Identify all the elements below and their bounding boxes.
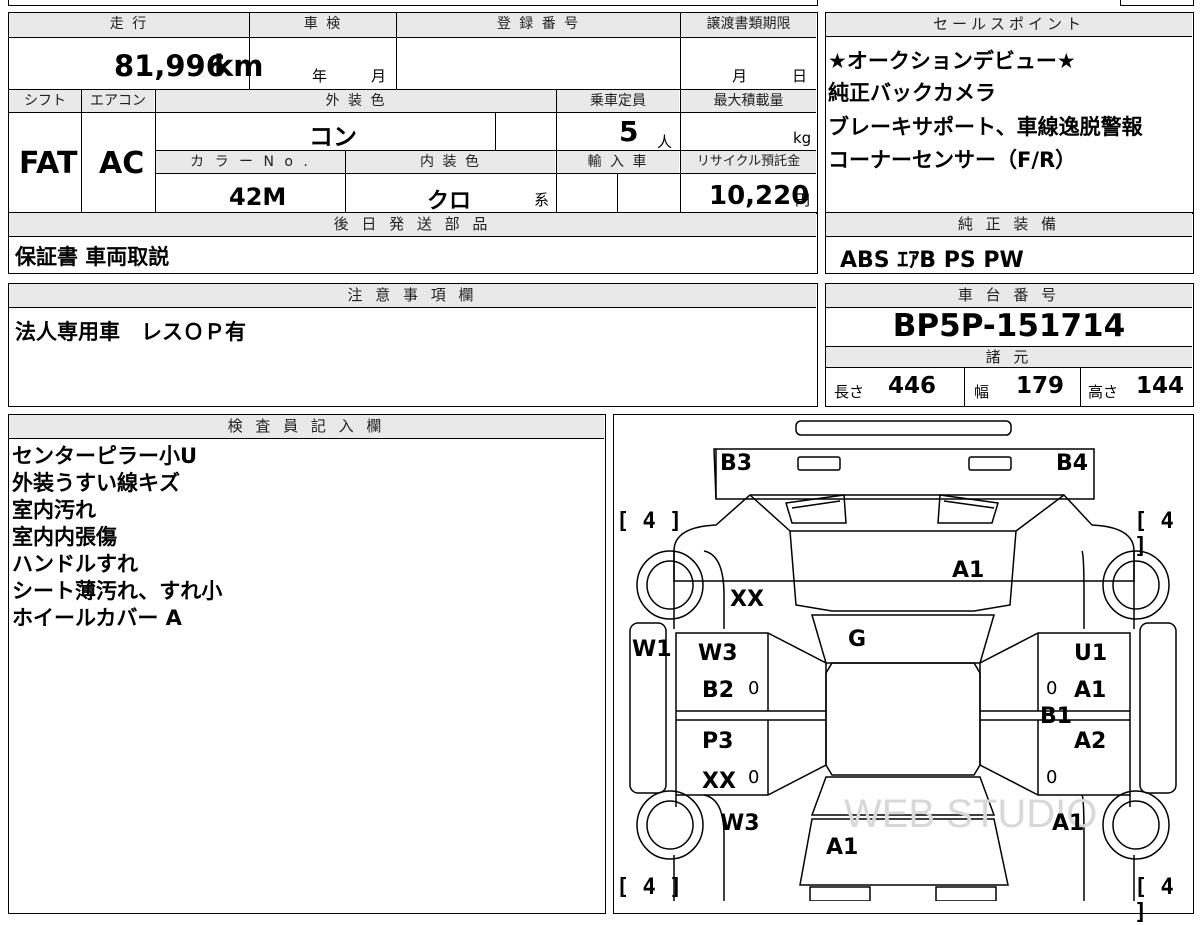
sales-points-box: セールスポイント ★オークションデビュー★ 純正バックカメラ ブレーキサポート、… <box>825 12 1194 214</box>
height-value: 144 <box>1136 373 1185 399</box>
car-diagram-box: WEB STUDIO [ 4 ] [ 4 ] [ 4 ] [ 4 ] B3 B4… <box>613 414 1194 925</box>
inspection-header: 車 検 <box>250 13 396 37</box>
length-value: 446 <box>888 373 937 399</box>
inspector-header: 検 査 員 記 入 欄 <box>9 415 604 439</box>
mileage-unit: km <box>214 49 264 83</box>
tire-grade-rear-left: [ 4 ] <box>616 875 683 900</box>
label-a1-right-door: A1 <box>1074 678 1107 703</box>
inspector-line: 外装うすい線キズ <box>12 471 180 495</box>
label-a1-trunk: A1 <box>826 835 859 860</box>
color-no-header: カ ラ ー N o . <box>156 151 345 173</box>
inspector-line: 室内内張傷 <box>12 525 117 549</box>
mileage-value: 81,996 <box>114 49 226 83</box>
label-g: G <box>848 627 867 652</box>
factory-equipment-value: ABS ｴｱB PS PW <box>840 248 1024 273</box>
registration-header: 登 録 番 号 <box>397 13 680 37</box>
later-parts-box: 後 日 発 送 部 品 保証書 車両取説 <box>8 212 818 274</box>
inspector-line: ハンドルすれ <box>12 552 138 576</box>
width-value: 179 <box>1016 373 1065 399</box>
inspector-box: 検 査 員 記 入 欄 センターピラー小U 外装うすい線キズ 室内汚れ 室内内張… <box>8 414 606 914</box>
mileage-header: 走 行 <box>9 13 249 37</box>
label-xx-rear: XX <box>702 769 736 794</box>
aircon-header: エアコン <box>82 90 154 112</box>
color-no-value: 42M <box>229 183 287 211</box>
max-load-unit: kg <box>793 129 812 147</box>
sales-points-header: セールスポイント <box>826 13 1192 37</box>
shift-header: シフト <box>9 90 81 112</box>
label-xx-front: XX <box>730 587 764 612</box>
chassis-header: 車 台 番 号 <box>826 284 1192 308</box>
notes-box: 注 意 事 項 欄 法人専用車 レスＯＰ有 <box>8 283 818 407</box>
later-parts-header: 後 日 発 送 部 品 <box>9 213 816 237</box>
exterior-color-header: 外 装 色 <box>156 90 556 112</box>
max-load-header: 最大積載量 <box>681 90 816 112</box>
label-b1: B1 <box>1040 704 1073 729</box>
label-a1-hood: A1 <box>952 558 985 583</box>
label-b3: B3 <box>720 451 753 476</box>
capacity-unit: 人 <box>657 133 673 151</box>
length-label: 長さ <box>834 383 865 401</box>
tire-grade-front-left: [ 4 ] <box>616 509 683 534</box>
transfer-day-unit: 日 <box>792 67 808 85</box>
label-u1: U1 <box>1074 641 1108 666</box>
sales-point-line: ブレーキサポート、車線逸脱警報 <box>828 115 1143 139</box>
top-strip <box>8 0 818 6</box>
label-p3: P3 <box>702 729 734 754</box>
sales-point-line: 純正バックカメラ <box>828 81 996 105</box>
interior-color-header: 内 装 色 <box>346 151 555 173</box>
notes-value: 法人専用車 レスＯＰ有 <box>15 320 246 344</box>
label-w3-front: W3 <box>698 641 738 666</box>
aircon-value: AC <box>99 146 145 181</box>
label-zero: 0 <box>748 678 760 699</box>
label-b2: B2 <box>702 678 735 703</box>
recycle-header: リサイクル預託金 <box>681 151 816 173</box>
shift-value: FAT <box>19 146 78 181</box>
height-label: 高さ <box>1088 383 1119 401</box>
transfer-deadline-header: 譲渡書類期限 <box>681 13 816 37</box>
sales-point-line: ★オークションデビュー★ <box>828 49 1076 73</box>
chassis-number: BP5P-151714 <box>892 308 1126 344</box>
spec-table: 走 行 車 検 登 録 番 号 譲渡書類期限 81,996 km 年 月 月 日… <box>8 12 818 214</box>
label-b4: B4 <box>1056 451 1089 476</box>
width-label: 幅 <box>974 383 990 401</box>
tire-grade-rear-right: [ 4 ] <box>1134 875 1174 925</box>
label-w1: W1 <box>632 637 672 662</box>
label-w3-rear: W3 <box>720 811 760 836</box>
label-zero: 0 <box>1046 678 1058 699</box>
transfer-month-unit: 月 <box>732 67 748 85</box>
tire-grade-front-right: [ 4 ] <box>1134 509 1174 559</box>
label-zero: 0 <box>748 767 760 788</box>
top-strip-right <box>1120 0 1194 6</box>
factory-equipment-box: 純 正 装 備 ABS ｴｱB PS PW <box>825 212 1194 274</box>
import-header: 輸 入 車 <box>557 151 679 173</box>
factory-equipment-header: 純 正 装 備 <box>826 213 1192 237</box>
label-a2: A2 <box>1074 729 1107 754</box>
inspection-month-unit: 月 <box>371 67 387 85</box>
interior-color-value: クロ <box>427 189 472 214</box>
label-a1-right-fender: A1 <box>1052 811 1085 836</box>
chassis-box: 車 台 番 号 BP5P-151714 諸 元 長さ 446 幅 179 高さ … <box>825 283 1194 407</box>
inspector-line: 室内汚れ <box>12 498 96 522</box>
inspector-line: ホイールカバー A <box>12 606 182 630</box>
inspector-line: シート薄汚れ、すれ小 <box>12 579 223 603</box>
label-zero: 0 <box>1046 767 1058 788</box>
sales-point-line: コーナーセンサー（F/R） <box>828 148 1077 172</box>
interior-color-suffix: 系 <box>534 191 550 209</box>
inspection-year-unit: 年 <box>312 67 328 85</box>
recycle-unit: 円 <box>795 191 811 209</box>
later-parts-value: 保証書 車両取説 <box>15 245 170 269</box>
exterior-color-value: コン <box>309 123 357 151</box>
dimensions-header: 諸 元 <box>826 346 1192 368</box>
notes-header: 注 意 事 項 欄 <box>9 284 816 308</box>
inspector-line: センターピラー小U <box>12 444 198 468</box>
capacity-header: 乗車定員 <box>557 90 679 112</box>
capacity-value: 5 <box>619 115 639 148</box>
